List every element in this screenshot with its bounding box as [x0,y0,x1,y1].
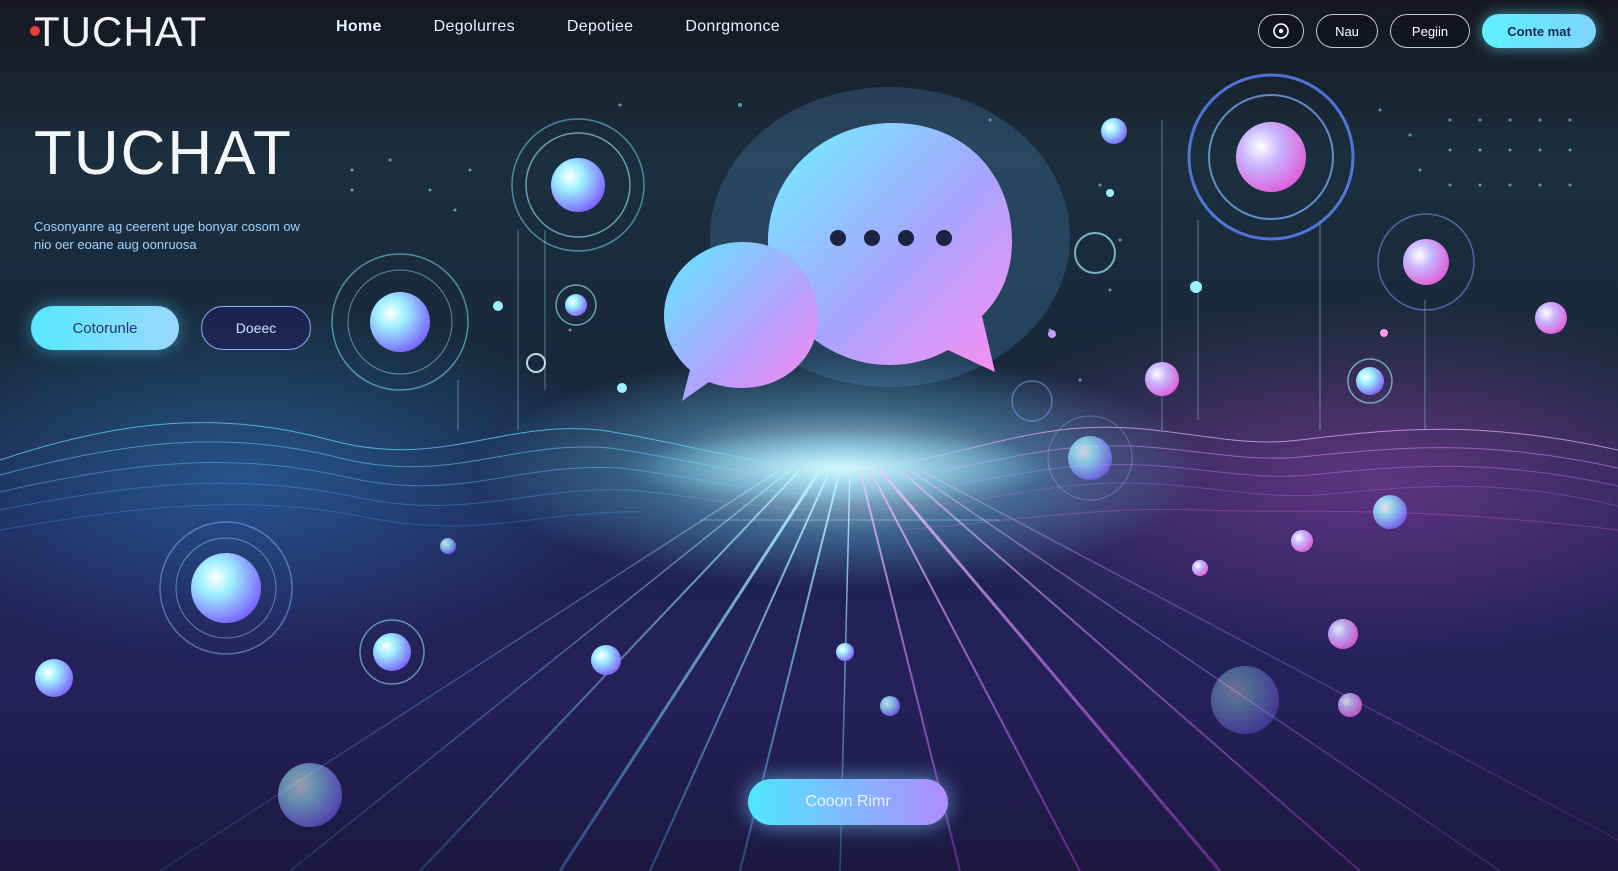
contact-button[interactable]: Conte mat [1482,14,1596,48]
profile-button[interactable] [1258,14,1304,48]
chat-bubbles-icon [664,87,1070,401]
main-nav: Home Degolurres Depotiee Donrgmonce [336,18,780,36]
login-button[interactable]: Nau [1316,14,1378,48]
bottom-cta-button[interactable]: Cooon Rimr [748,779,948,825]
brand-logo[interactable]: TUCHAT [34,8,207,56]
nav-donrgmonce[interactable]: Donrgmonce [685,18,780,36]
hero-primary-button[interactable]: Cotorunle [31,306,179,350]
nav-home[interactable]: Home [336,18,382,36]
hero-description: Cosonyanre ag ceerent uge bonyar cosom o… [34,219,300,252]
register-button[interactable]: Pegiin [1390,14,1470,48]
horizon-glow [620,430,1060,506]
header-actions: Nau Pegiin Conte mat [1258,14,1596,48]
hero-title: TUCHAT [34,119,293,188]
hero-cta-group: Cotorunle Doeec [31,306,311,350]
nav-depotiee[interactable]: Depotiee [567,18,633,36]
nav-degolurres[interactable]: Degolurres [434,18,515,36]
hero-secondary-button[interactable]: Doeec [201,306,311,350]
circle-icon [1273,23,1289,39]
